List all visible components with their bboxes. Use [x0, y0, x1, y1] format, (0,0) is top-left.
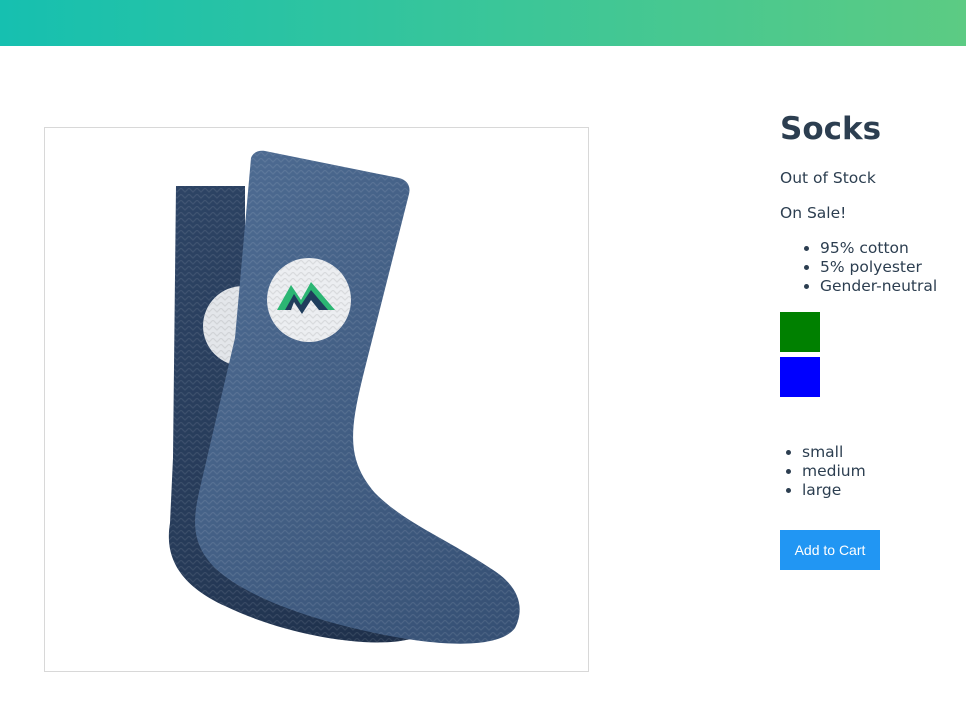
detail-item: 5% polyester [820, 258, 966, 277]
size-item: medium [802, 462, 966, 481]
color-swatch-green[interactable] [780, 312, 820, 352]
detail-item: 95% cotton [820, 239, 966, 258]
sizes-list: small medium large [780, 443, 966, 500]
nav-bar [0, 0, 966, 46]
details-list: 95% cotton 5% polyester Gender-neutral [780, 239, 966, 296]
stock-status: Out of Stock [780, 169, 876, 187]
size-item: small [802, 443, 966, 462]
sale-label: On Sale! [780, 204, 847, 222]
product-title: Socks [780, 111, 882, 147]
product-image [44, 127, 589, 672]
product-info: Socks Out of Stock On Sale! 95% cotton 5… [780, 110, 966, 570]
color-swatch-blue[interactable] [780, 357, 820, 397]
color-swatches [780, 312, 966, 397]
socks-image [168, 150, 520, 644]
detail-item: Gender-neutral [820, 277, 966, 296]
size-item: large [802, 481, 966, 500]
add-to-cart-button[interactable]: Add to Cart [780, 530, 880, 570]
